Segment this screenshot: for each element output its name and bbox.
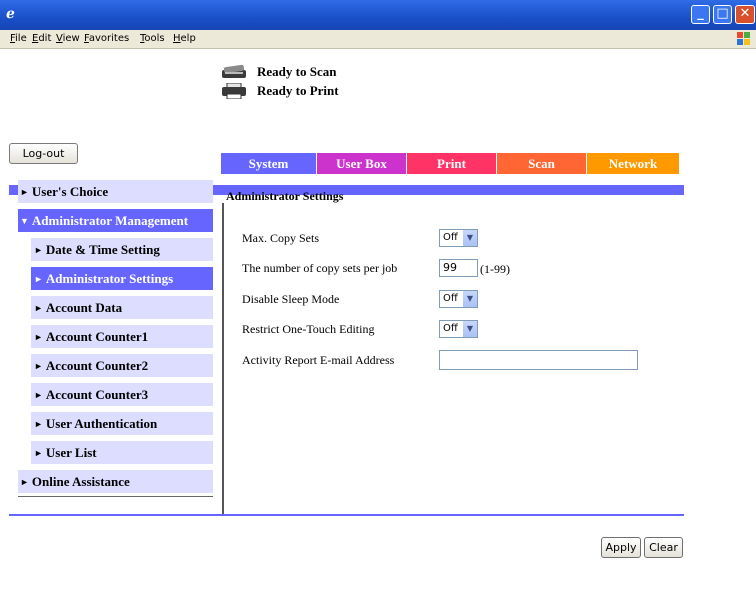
sidebar-item-label: User List bbox=[45, 445, 97, 460]
sidebar-item-label: User Authentication bbox=[45, 416, 158, 431]
chevron-down-icon: ▼ bbox=[463, 230, 477, 246]
copy-sets-range-hint: (1-99) bbox=[480, 262, 510, 276]
sidebar-item-administrator-management[interactable]: ▼ Administrator Management bbox=[18, 209, 213, 232]
max-copy-sets-label: Max. Copy Sets bbox=[242, 231, 320, 245]
scan-status-text: Ready to Scan bbox=[257, 64, 337, 79]
arrow-right-icon: ► bbox=[34, 419, 43, 429]
print-status-text: Ready to Print bbox=[257, 83, 339, 98]
sidebar-item-label: Online Assistance bbox=[31, 474, 130, 489]
arrow-right-icon: ► bbox=[34, 448, 43, 458]
tab-network[interactable]: Network bbox=[587, 153, 679, 174]
sidebar-item-administrator-settings[interactable]: ► Administrator Settings bbox=[31, 267, 213, 290]
max-copy-sets-select[interactable]: Off ▼ bbox=[439, 229, 478, 247]
scan-status: Ready to Scan bbox=[221, 63, 336, 81]
disable-sleep-mode-label: Disable Sleep Mode bbox=[242, 292, 340, 306]
browser-menubar: File Edit View Favorites Tools Help bbox=[0, 30, 756, 49]
sidebar-item-user-list[interactable]: ► User List bbox=[31, 441, 213, 464]
sidebar-item-user-authentication[interactable]: ► User Authentication bbox=[31, 412, 213, 435]
arrow-right-icon: ► bbox=[20, 477, 29, 487]
sidebar-item-label: Administrator Settings bbox=[45, 271, 174, 286]
sidebar-item-account-counter3[interactable]: ► Account Counter3 bbox=[31, 383, 213, 406]
select-value: Off bbox=[443, 232, 458, 243]
tab-scan[interactable]: Scan bbox=[497, 153, 586, 174]
arrow-right-icon: ► bbox=[20, 187, 29, 197]
arrow-down-icon: ▼ bbox=[20, 216, 29, 226]
print-status: Ready to Print bbox=[221, 82, 339, 100]
page-title: Administrator Settings bbox=[226, 189, 344, 203]
disable-sleep-mode-select[interactable]: Off ▼ bbox=[439, 290, 478, 308]
sidebar-item-account-counter1[interactable]: ► Account Counter1 bbox=[31, 325, 213, 348]
copy-sets-per-job-label: The number of copy sets per job bbox=[242, 261, 398, 275]
sidebar-item-account-data[interactable]: ► Account Data bbox=[31, 296, 213, 319]
arrow-right-icon: ► bbox=[34, 332, 43, 342]
content-divider-vertical bbox=[222, 203, 224, 514]
select-value: Off bbox=[443, 323, 458, 334]
select-value: Off bbox=[443, 293, 458, 304]
restrict-one-touch-label: Restrict One-Touch Editing bbox=[242, 322, 375, 336]
sidebar-item-label: Account Counter2 bbox=[45, 358, 149, 373]
windows-flag-icon bbox=[737, 32, 751, 46]
sidebar-item-online-assistance[interactable]: ► Online Assistance bbox=[18, 470, 213, 493]
close-button[interactable]: ✕ bbox=[735, 5, 755, 24]
menu-file[interactable]: File bbox=[10, 33, 27, 44]
window-titlebar: ℯ _ □ ✕ bbox=[0, 0, 756, 30]
chevron-down-icon: ▼ bbox=[463, 321, 477, 337]
activity-email-label: Activity Report E-mail Address bbox=[242, 353, 395, 367]
printer-icon bbox=[222, 83, 246, 99]
sidebar-item-users-choice[interactable]: ► User's Choice bbox=[18, 180, 213, 203]
sidebar-item-label: Account Data bbox=[45, 300, 123, 315]
sidebar-item-label: Date & Time Setting bbox=[45, 242, 160, 257]
menu-tools[interactable]: Tools bbox=[140, 33, 165, 44]
browser-logo-icon: ℯ bbox=[6, 6, 15, 22]
sidebar-item-label: Administrator Management bbox=[31, 213, 189, 228]
sidebar-item-label: User's Choice bbox=[31, 184, 109, 199]
scanner-icon bbox=[222, 64, 246, 78]
apply-button[interactable]: Apply bbox=[601, 537, 641, 558]
content-divider-horizontal bbox=[9, 514, 684, 516]
arrow-right-icon: ► bbox=[34, 361, 43, 371]
sidebar-item-account-counter2[interactable]: ► Account Counter2 bbox=[31, 354, 213, 377]
logout-button[interactable]: Log-out bbox=[9, 143, 78, 164]
sidebar-divider bbox=[18, 496, 213, 497]
menu-view[interactable]: View bbox=[56, 33, 80, 44]
maximize-button[interactable]: □ bbox=[713, 5, 732, 24]
arrow-right-icon: ► bbox=[34, 245, 43, 255]
minimize-button[interactable]: _ bbox=[691, 5, 710, 24]
menu-favorites[interactable]: Favorites bbox=[84, 33, 129, 44]
menu-help[interactable]: Help bbox=[173, 33, 196, 44]
arrow-right-icon: ► bbox=[34, 274, 43, 284]
sidebar-item-date-time-setting[interactable]: ► Date & Time Setting bbox=[31, 238, 213, 261]
clear-button[interactable]: Clear bbox=[644, 537, 683, 558]
arrow-right-icon: ► bbox=[34, 303, 43, 313]
sidebar-item-label: Account Counter1 bbox=[45, 329, 149, 344]
tab-print[interactable]: Print bbox=[407, 153, 496, 174]
copy-sets-per-job-input[interactable]: 99 bbox=[439, 259, 478, 277]
activity-email-input[interactable] bbox=[439, 350, 638, 370]
arrow-right-icon: ► bbox=[34, 390, 43, 400]
tab-user-box[interactable]: User Box bbox=[317, 153, 406, 174]
tab-system[interactable]: System bbox=[221, 153, 316, 174]
sidebar-item-label: Account Counter3 bbox=[45, 387, 149, 402]
restrict-one-touch-select[interactable]: Off ▼ bbox=[439, 320, 478, 338]
menu-edit[interactable]: Edit bbox=[32, 33, 51, 44]
chevron-down-icon: ▼ bbox=[463, 291, 477, 307]
